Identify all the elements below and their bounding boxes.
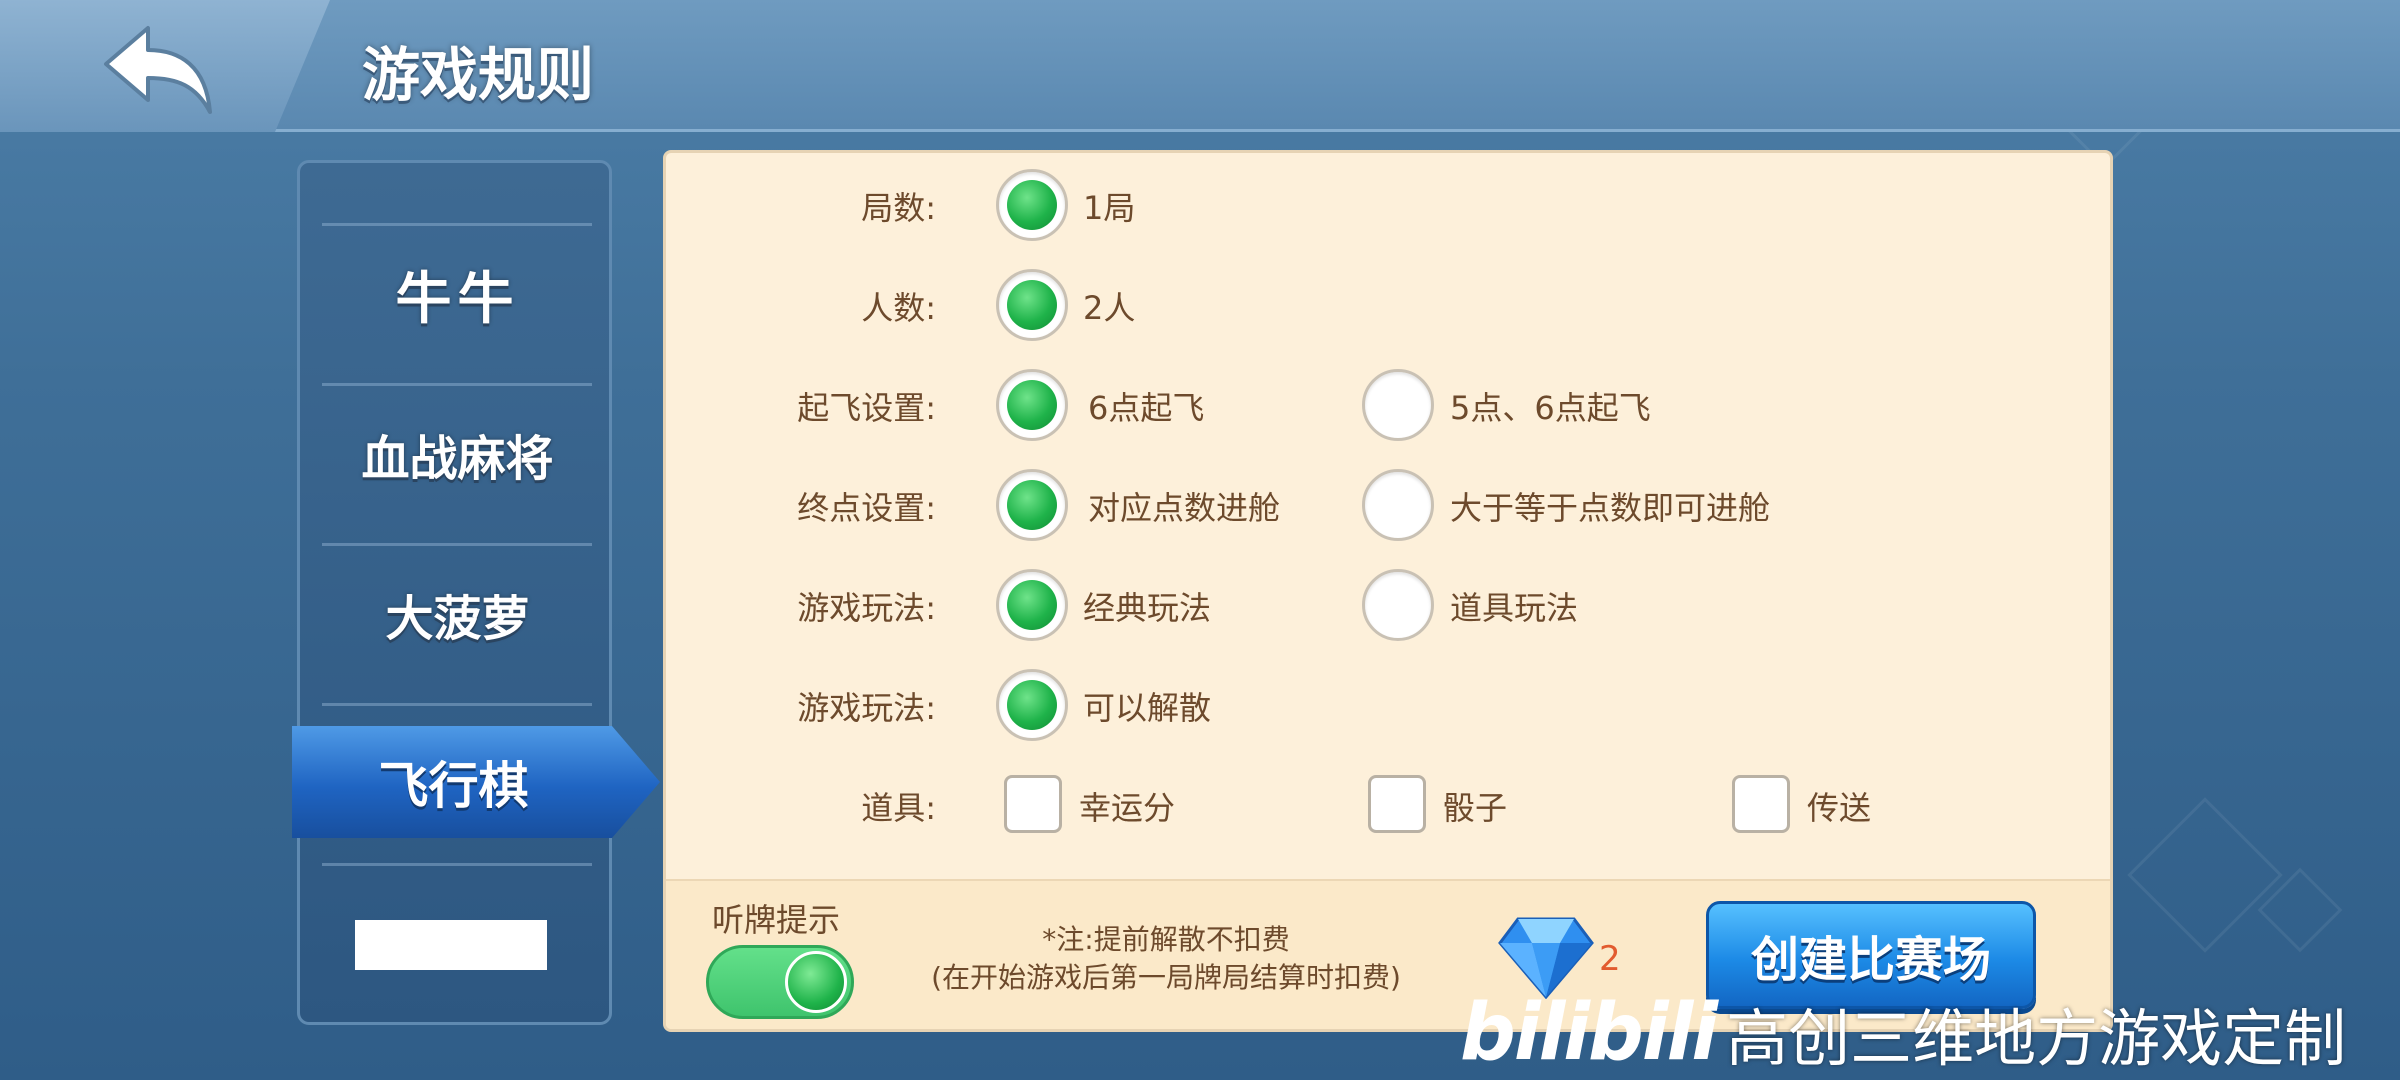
rounds-option-text: 1局 bbox=[1083, 189, 1136, 227]
dissolve-radio-1[interactable] bbox=[996, 669, 1068, 741]
finish-option-2-text: 大于等于点数即可进舱 bbox=[1450, 489, 1771, 527]
finish-radio-1[interactable] bbox=[996, 469, 1068, 541]
tingpai-label: 听牌提示 bbox=[712, 901, 841, 939]
header-bar: 游戏规则 bbox=[0, 0, 2400, 132]
sidebar-divider bbox=[322, 383, 592, 386]
gameplay-label: 游戏玩法: bbox=[797, 589, 936, 627]
rounds-radio-1[interactable] bbox=[996, 169, 1068, 241]
rounds-label: 局数: bbox=[861, 189, 936, 227]
gameplay-option-1-text: 经典玩法 bbox=[1083, 589, 1212, 627]
takeoff-radio-1[interactable] bbox=[996, 369, 1068, 441]
takeoff-label: 起飞设置: bbox=[797, 389, 936, 427]
props-lucky-text: 幸运分 bbox=[1079, 789, 1176, 827]
back-arrow-icon[interactable] bbox=[98, 22, 218, 118]
bg-diamond bbox=[2127, 797, 2283, 953]
finish-label: 终点设置: bbox=[797, 489, 936, 527]
sidebar-item-niuniu[interactable]: 牛牛 bbox=[300, 229, 615, 359]
props-dice-text: 骰子 bbox=[1443, 789, 1508, 827]
takeoff-radio-2[interactable] bbox=[1362, 369, 1434, 441]
gameplay-radio-2[interactable] bbox=[1362, 569, 1434, 641]
sidebar-divider bbox=[322, 863, 592, 866]
players-radio-1[interactable] bbox=[996, 269, 1068, 341]
sidebar-item-xuezhan-majiang[interactable]: 血战麻将 bbox=[300, 389, 615, 519]
players-label: 人数: bbox=[861, 289, 936, 327]
props-checkbox-dice[interactable] bbox=[1368, 775, 1426, 833]
bilibili-logo: bilibili bbox=[1460, 987, 1718, 1078]
sidebar-item-feixingqi[interactable]: 飞行棋 bbox=[292, 726, 660, 838]
tingpai-toggle[interactable] bbox=[706, 945, 854, 1019]
sidebar-divider bbox=[322, 703, 592, 706]
props-teleport-text: 传送 bbox=[1807, 789, 1872, 827]
takeoff-option-2-text: 5点、6点起飞 bbox=[1450, 389, 1651, 427]
finish-option-1-text: 对应点数进舱 bbox=[1088, 489, 1281, 527]
game-sidebar: 牛牛 血战麻将 大菠萝 bbox=[297, 160, 612, 1025]
props-checkbox-lucky[interactable] bbox=[1004, 775, 1062, 833]
sidebar-divider bbox=[322, 223, 592, 226]
page-title: 游戏规则 bbox=[362, 41, 595, 109]
toggle-knob bbox=[785, 951, 847, 1013]
gameplay-radio-1[interactable] bbox=[996, 569, 1068, 641]
sidebar-item-dabolo[interactable]: 大菠萝 bbox=[300, 549, 615, 679]
fee-note-line1: *注:提前解散不扣费 bbox=[1042, 923, 1290, 956]
diamond-count: 2 bbox=[1599, 939, 1621, 979]
sidebar-divider bbox=[322, 543, 592, 546]
watermark: bilibili 高创三维地方游戏定制 bbox=[1460, 985, 2346, 1080]
gameplay-option-2-text: 道具玩法 bbox=[1450, 589, 1579, 627]
players-option-text: 2人 bbox=[1083, 289, 1136, 327]
rules-panel: 局数: 1局 人数: 2人 起飞设置: 6点起飞 5点、6点起飞 终点设置: 对… bbox=[663, 150, 2113, 1032]
props-label: 道具: bbox=[861, 789, 936, 827]
sidebar-item-redacted[interactable] bbox=[355, 920, 547, 970]
finish-radio-2[interactable] bbox=[1362, 469, 1434, 541]
takeoff-option-1-text: 6点起飞 bbox=[1088, 389, 1205, 427]
watermark-text: 高创三维地方游戏定制 bbox=[1726, 1001, 2347, 1075]
fee-note-line2: (在开始游戏后第一局牌局结算时扣费) bbox=[931, 961, 1401, 994]
dissolve-label: 游戏玩法: bbox=[797, 689, 936, 727]
props-checkbox-teleport[interactable] bbox=[1732, 775, 1790, 833]
dissolve-option-text: 可以解散 bbox=[1083, 689, 1212, 727]
fee-note: *注:提前解散不扣费 (在开始游戏后第一局牌局结算时扣费) bbox=[891, 921, 1441, 997]
